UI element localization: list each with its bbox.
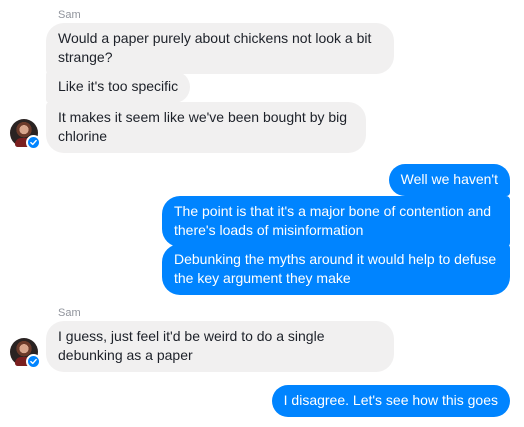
- check-badge-icon: [26, 135, 41, 150]
- sender-name: Sam: [58, 9, 81, 21]
- outgoing-message[interactable]: The point is that it's a major bone of c…: [162, 196, 510, 247]
- incoming-message[interactable]: It makes it seem like we've been bought …: [46, 102, 366, 153]
- outgoing-message[interactable]: I disagree. Let's see how this goes: [271, 385, 510, 417]
- incoming-message[interactable]: Like it's too specific: [46, 71, 191, 103]
- outgoing-message[interactable]: Well we haven't: [388, 164, 510, 196]
- check-badge-icon: [26, 354, 41, 369]
- incoming-message[interactable]: Would a paper purely about chickens not …: [46, 23, 394, 74]
- outgoing-message[interactable]: Debunking the myths around it would help…: [162, 244, 510, 295]
- sender-avatar[interactable]: [10, 338, 41, 369]
- incoming-message[interactable]: I guess, just feel it'd be weird to do a…: [46, 321, 394, 372]
- sender-avatar[interactable]: [10, 119, 41, 150]
- sender-name: Sam: [58, 307, 81, 319]
